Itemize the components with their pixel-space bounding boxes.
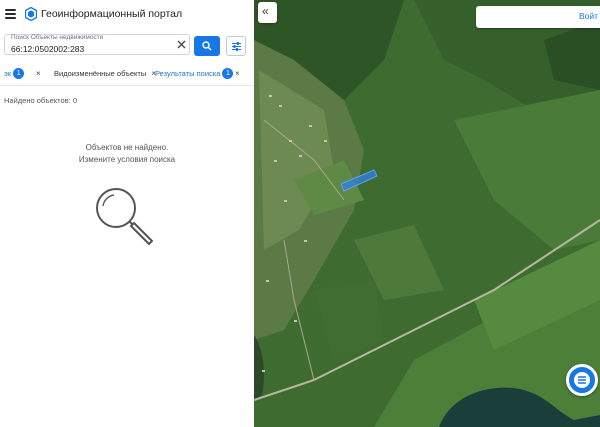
tab-modified-objects[interactable]: Видоизменённые объекты × bbox=[54, 64, 156, 85]
tab-search-results-close-icon[interactable]: × bbox=[235, 64, 240, 84]
magnifier-icon bbox=[96, 188, 153, 245]
tab-search-results-label: Результаты поиска bbox=[155, 69, 221, 78]
search-input[interactable] bbox=[11, 43, 171, 54]
layers-button[interactable] bbox=[566, 364, 598, 396]
results-count: Найдено объектов: 0 bbox=[4, 96, 78, 105]
search-field[interactable]: Поиск Объекты недвижимости bbox=[4, 34, 190, 55]
login-label: Войт bbox=[579, 11, 599, 21]
satellite-map[interactable] bbox=[254, 0, 600, 427]
login-button[interactable]: Войт bbox=[476, 6, 600, 28]
close-icon[interactable] bbox=[176, 39, 187, 50]
search-icon bbox=[202, 41, 212, 51]
empty-message-title: Объектов не найдено. bbox=[85, 143, 169, 152]
collapse-icon: « bbox=[262, 4, 269, 18]
tab-previous-close-icon[interactable]: × bbox=[36, 64, 41, 84]
app-header: Геоинформационный портал bbox=[0, 0, 254, 30]
left-panel: Геоинформационный портал Поиск Объекты н… bbox=[0, 0, 254, 427]
tab-modified-objects-label: Видоизменённые объекты bbox=[54, 69, 147, 78]
tab-search-results-count: 1 bbox=[222, 68, 234, 79]
layers-list-icon bbox=[574, 372, 590, 388]
collapse-panel-button[interactable]: « bbox=[258, 2, 277, 23]
filter-sliders-icon bbox=[232, 42, 241, 51]
tab-previous[interactable]: эк 1 bbox=[4, 64, 25, 85]
search-button[interactable] bbox=[194, 36, 220, 56]
app-title: Геоинформационный портал bbox=[41, 8, 183, 20]
tab-search-results[interactable]: Результаты поиска 1 bbox=[155, 64, 234, 85]
filter-button[interactable] bbox=[226, 36, 246, 56]
search-label: Поиск Объекты недвижимости bbox=[11, 34, 104, 41]
empty-message-hint: Измените условия поиска bbox=[78, 155, 176, 164]
tab-previous-count: 1 bbox=[13, 68, 25, 79]
menu-icon[interactable] bbox=[5, 9, 16, 19]
satellite-imagery bbox=[254, 0, 600, 427]
tab-bar: эк 1 × Видоизменённые объекты × Результа… bbox=[0, 64, 254, 86]
portal-logo-icon bbox=[25, 7, 37, 21]
tab-previous-label: эк bbox=[4, 69, 12, 78]
